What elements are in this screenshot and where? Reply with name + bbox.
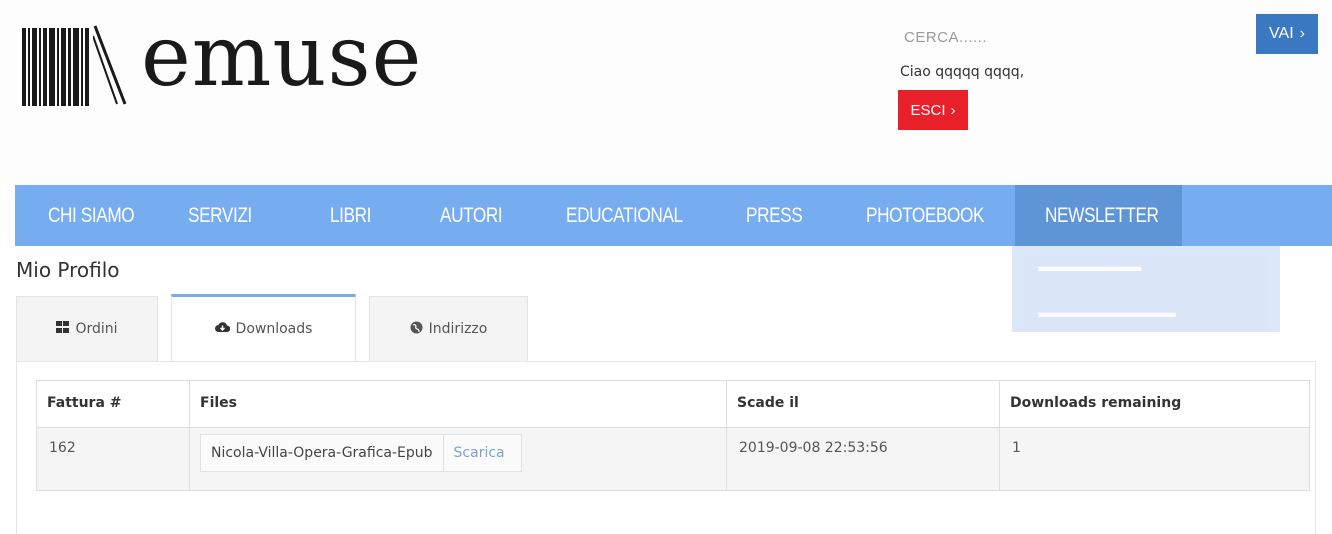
chevron-right-icon: › — [950, 101, 956, 119]
site-logo[interactable]: emuse — [22, 14, 422, 106]
search-button-label: VAI — [1269, 25, 1294, 42]
cell-fattura: 162 — [36, 427, 190, 491]
tab-ordini[interactable]: Ordini — [16, 296, 158, 362]
page-title: Mio Profilo — [16, 258, 120, 282]
table-row: 162 Nicola-Villa-Opera-Grafica-Epub Scar… — [36, 427, 1310, 491]
cell-downloads-remaining: 1 — [999, 427, 1310, 491]
globe-icon — [410, 321, 423, 338]
tab-downloads[interactable]: Downloads — [171, 294, 356, 361]
column-header-fattura: Fattura # — [36, 380, 190, 428]
download-link[interactable]: Scarica — [444, 445, 515, 461]
nav-item-educational[interactable]: EDUCATIONAL — [566, 185, 683, 246]
grid-icon — [56, 321, 70, 337]
nav-item-autori[interactable]: AUTORI — [440, 185, 503, 246]
logo-text: emuse — [141, 7, 423, 105]
downloads-table: Fattura # Files Scade il Downloads remai… — [36, 380, 1310, 491]
search-input[interactable] — [902, 18, 1254, 56]
user-greeting: Ciao qqqqq qqqq, — [900, 64, 1025, 80]
nav-item-press[interactable]: PRESS — [746, 185, 803, 246]
tab-indirizzo[interactable]: Indirizzo — [369, 296, 528, 362]
nav-item-servizi[interactable]: SERVIZI — [188, 185, 252, 246]
tab-label: Downloads — [235, 321, 313, 337]
chevron-right-icon: › — [1299, 25, 1305, 42]
dropdown-item-2[interactable]: ▬▬▬▬▬▬▬▬▬▬▬▬ — [1038, 304, 1176, 320]
nav-item-chi-siamo[interactable]: CHI SIAMO — [48, 185, 135, 246]
nav-item-libri[interactable]: LIBRI — [330, 185, 371, 246]
site-header: emuse VAI › Ciao qqqqq qqqq, ESCI › — [0, 0, 1332, 185]
column-header-scade-il: Scade il — [726, 380, 1000, 428]
column-header-files: Files — [189, 380, 727, 428]
dropdown-item-1[interactable]: ▬▬▬▬▬▬▬▬▬ — [1038, 258, 1141, 274]
newsletter-dropdown: ▬▬▬▬▬▬▬▬▬ ▬▬▬▬▬▬▬▬▬▬▬▬ — [1012, 246, 1280, 332]
nav-item-photoebook[interactable]: PHOTOEBOOK — [866, 185, 984, 246]
column-header-downloads-remaining: Downloads remaining — [999, 380, 1310, 428]
logout-button[interactable]: ESCI › — [898, 90, 968, 130]
tab-label: Ordini — [75, 321, 118, 337]
cloud-download-icon — [214, 321, 230, 337]
barcode-logo-icon — [22, 14, 127, 106]
file-entry: Nicola-Villa-Opera-Grafica-Epub Scarica — [200, 434, 522, 472]
table-header-row: Fattura # Files Scade il Downloads remai… — [36, 380, 1310, 428]
nav-item-newsletter[interactable]: NEWSLETTER — [1045, 185, 1159, 246]
search-button[interactable]: VAI › — [1256, 14, 1318, 54]
logout-button-label: ESCI — [910, 101, 946, 119]
file-name: Nicola-Villa-Opera-Grafica-Epub — [201, 434, 444, 472]
tab-label: Indirizzo — [428, 321, 488, 337]
cell-scade-il: 2019-09-08 22:53:56 — [726, 427, 1000, 491]
cell-files: Nicola-Villa-Opera-Grafica-Epub Scarica — [189, 427, 727, 491]
